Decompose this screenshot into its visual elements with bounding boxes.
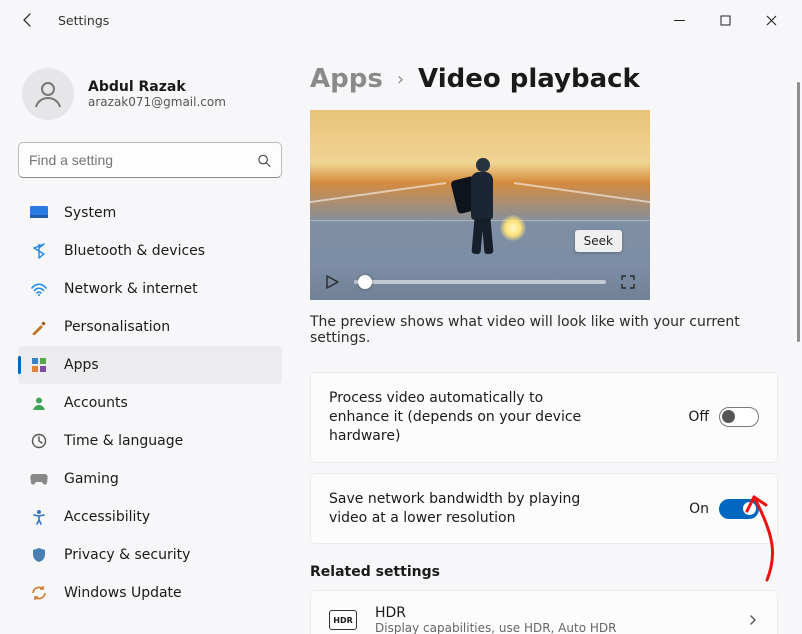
person-icon [31, 77, 65, 111]
avatar [22, 68, 74, 120]
seek-thumb[interactable] [358, 275, 372, 289]
sidebar-item-label: Network & internet [64, 281, 198, 297]
related-settings-title: Related settings [310, 564, 778, 580]
sidebar-item-bluetooth[interactable]: Bluetooth & devices [18, 232, 282, 270]
sidebar-item-time[interactable]: Time & language [18, 422, 282, 460]
titlebar: Settings [0, 0, 802, 40]
main-content: Apps › Video playback Seek The preview s… [300, 40, 802, 634]
window-title: Settings [58, 13, 109, 28]
sidebar-item-label: Time & language [64, 433, 183, 449]
setting-enhance-state: Off [688, 409, 709, 425]
sidebar-item-label: Accessibility [64, 509, 150, 525]
sidebar-item-accessibility[interactable]: Accessibility [18, 498, 282, 536]
system-icon [30, 204, 48, 222]
sidebar-item-label: System [64, 205, 116, 221]
preview-description: The preview shows what video will look l… [310, 314, 760, 346]
chevron-right-icon: › [397, 69, 404, 90]
back-button[interactable] [16, 8, 40, 32]
sidebar-item-label: Gaming [64, 471, 119, 487]
play-icon[interactable] [324, 274, 340, 290]
profile-email: arazak071@gmail.com [88, 95, 226, 109]
search-icon [257, 153, 271, 168]
search-input[interactable] [29, 152, 257, 168]
breadcrumb-parent[interactable]: Apps [310, 64, 383, 94]
network-icon [30, 280, 48, 298]
sidebar-item-personalisation[interactable]: Personalisation [18, 308, 282, 346]
hdr-icon: HDR [329, 610, 357, 630]
accounts-icon [30, 394, 48, 412]
sidebar-item-apps[interactable]: Apps [18, 346, 282, 384]
breadcrumb: Apps › Video playback [310, 64, 778, 94]
apps-icon [30, 356, 48, 374]
minimize-icon [674, 15, 685, 26]
seek-bar[interactable] [354, 280, 606, 284]
chevron-right-icon [747, 614, 759, 626]
sidebar-item-accounts[interactable]: Accounts [18, 384, 282, 422]
sidebar-item-label: Apps [64, 357, 99, 373]
sidebar: Abdul Razak arazak071@gmail.com System B… [0, 40, 300, 634]
profile-name: Abdul Razak [88, 79, 226, 95]
sidebar-item-system[interactable]: System [18, 194, 282, 232]
seek-tooltip: Seek [575, 230, 622, 252]
gaming-icon [30, 470, 48, 488]
update-icon [30, 584, 48, 602]
time-icon [30, 432, 48, 450]
sidebar-item-label: Bluetooth & devices [64, 243, 205, 259]
video-preview[interactable]: Seek [310, 110, 650, 300]
sidebar-item-label: Personalisation [64, 319, 170, 335]
maximize-button[interactable] [702, 4, 748, 36]
setting-bandwidth-label: Save network bandwidth by playing video … [329, 490, 589, 528]
accessibility-icon [30, 508, 48, 526]
sidebar-item-network[interactable]: Network & internet [18, 270, 282, 308]
sidebar-item-label: Accounts [64, 395, 128, 411]
close-icon [766, 15, 777, 26]
related-hdr[interactable]: HDR HDR Display capabilities, use HDR, A… [310, 590, 778, 634]
personalisation-icon [30, 318, 48, 336]
scrollbar[interactable] [797, 82, 800, 342]
setting-bandwidth-toggle[interactable] [719, 499, 759, 519]
setting-enhance-toggle[interactable] [719, 407, 759, 427]
arrow-left-icon [20, 12, 36, 28]
maximize-icon [720, 15, 731, 26]
video-controls [310, 264, 650, 300]
sidebar-item-label: Windows Update [64, 585, 182, 601]
setting-bandwidth: Save network bandwidth by playing video … [310, 473, 778, 545]
sidebar-item-privacy[interactable]: Privacy & security [18, 536, 282, 574]
fullscreen-icon[interactable] [620, 274, 636, 290]
sidebar-item-gaming[interactable]: Gaming [18, 460, 282, 498]
close-button[interactable] [748, 4, 794, 36]
setting-enhance: Process video automatically to enhance i… [310, 372, 778, 463]
minimize-button[interactable] [656, 4, 702, 36]
setting-bandwidth-state: On [689, 501, 709, 517]
bluetooth-icon [30, 242, 48, 260]
sidebar-item-update[interactable]: Windows Update [18, 574, 282, 612]
sidebar-item-label: Privacy & security [64, 547, 190, 563]
hdr-title: HDR [375, 605, 616, 621]
search-box[interactable] [18, 142, 282, 178]
nav-list: System Bluetooth & devices Network & int… [18, 194, 300, 612]
page-title: Video playback [418, 64, 640, 94]
window-controls [656, 4, 794, 36]
setting-enhance-label: Process video automatically to enhance i… [329, 389, 589, 446]
hdr-subtitle: Display capabilities, use HDR, Auto HDR [375, 621, 616, 634]
profile-block[interactable]: Abdul Razak arazak071@gmail.com [18, 50, 300, 138]
privacy-icon [30, 546, 48, 564]
